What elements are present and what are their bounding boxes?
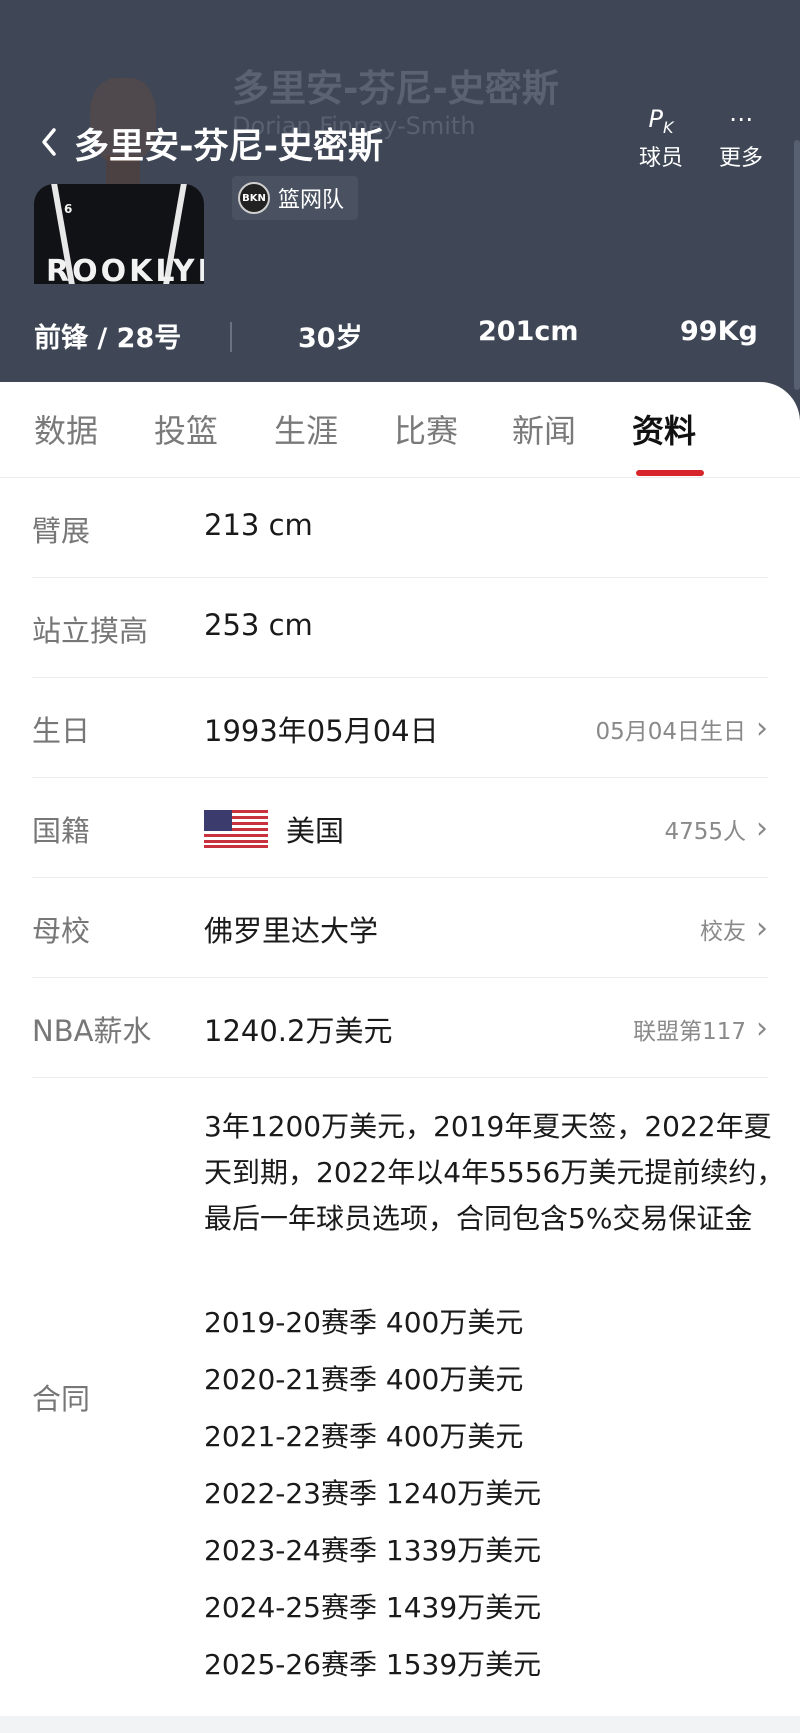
contract-season: 2022-23赛季 1240万美元 <box>204 1477 542 1510</box>
row-college[interactable]: 母校 佛罗里达大学 校友 › <box>32 878 768 978</box>
nationality-value-wrap: 美国 <box>204 808 344 850</box>
pk-label: 球员 <box>638 146 683 171</box>
salary-link[interactable]: 联盟第117 › <box>633 1012 768 1046</box>
tab-data[interactable]: 数据 <box>34 406 98 452</box>
contract-season: 2019-20赛季 400万美元 <box>204 1306 524 1339</box>
tab-shooting[interactable]: 投篮 <box>154 406 218 452</box>
team-chip[interactable]: BKN 篮网队 <box>232 176 359 220</box>
chevron-right-icon: › <box>756 811 768 846</box>
row-birthday[interactable]: 生日 1993年05月04日 05月04日生日 › <box>32 678 768 778</box>
contract-season: 2020-21赛季 400万美元 <box>204 1363 524 1396</box>
player-header: 6 ROOKLYN 多里安-芬尼-史密斯 Dorian Finney-Smith… <box>0 0 800 420</box>
contract-season: 2021-22赛季 400万美元 <box>204 1420 524 1453</box>
contract-season: 2024-25赛季 1439万美元 <box>204 1591 542 1624</box>
pk-button[interactable]: PK 球员 <box>626 104 696 172</box>
player-stats: 前锋 / 28号 30岁 201cm 99Kg <box>0 306 800 362</box>
nationality-value: 美国 <box>286 814 345 848</box>
player-name: 多里安-芬尼-史密斯 <box>74 127 384 167</box>
college-value: 佛罗里达大学 <box>204 914 379 948</box>
us-flag-icon <box>204 810 268 848</box>
tab-career[interactable]: 生涯 <box>274 406 338 452</box>
jersey-text: ROOKLYN <box>46 254 204 284</box>
college-label: 母校 <box>32 914 91 948</box>
back-arrow-icon[interactable] <box>36 124 64 160</box>
stats-divider <box>230 322 232 352</box>
stat-weight: 99Kg <box>680 316 758 347</box>
player-name-large: 多里安-芬尼-史密斯 <box>232 67 559 110</box>
row-contract: 合同 3年1200万美元，2019年夏天签，2022年夏天到期，2022年以4年… <box>32 1078 784 1718</box>
college-link[interactable]: 校友 › <box>700 912 768 946</box>
contract-season: 2023-24赛季 1339万美元 <box>204 1534 542 1567</box>
bottom-bar <box>0 1716 800 1733</box>
nationality-label: 国籍 <box>32 814 91 848</box>
tab-profile[interactable]: 资料 <box>632 406 696 452</box>
profile-list: 臂展 213 cm 站立摸高 253 cm 生日 1993年05月04日 05月… <box>32 478 768 1078</box>
nationality-link[interactable]: 4755人 › <box>664 812 768 846</box>
stat-height: 201cm <box>478 316 579 347</box>
contract-description: 3年1200万美元，2019年夏天签，2022年夏天到期，2022年以4年555… <box>204 1110 785 1235</box>
tab-games[interactable]: 比赛 <box>394 406 458 452</box>
contract-season: 2025-26赛季 1539万美元 <box>204 1648 542 1681</box>
chevron-right-icon: › <box>756 711 768 746</box>
birthday-link[interactable]: 05月04日生日 › <box>595 712 768 746</box>
row-salary[interactable]: NBA薪水 1240.2万美元 联盟第117 › <box>32 978 768 1078</box>
player-photo: 6 ROOKLYN <box>34 56 204 284</box>
more-icon: ⋯ <box>729 105 753 133</box>
wingspan-label: 臂展 <box>32 514 91 548</box>
more-label: 更多 <box>718 146 763 171</box>
active-tab-indicator <box>636 470 704 476</box>
pk-icon: PK <box>648 105 674 137</box>
more-button[interactable]: ⋯ 更多 <box>706 104 776 172</box>
wingspan-value: 213 cm <box>204 508 313 542</box>
standing-reach-value: 253 cm <box>204 608 313 642</box>
salary-label: NBA薪水 <box>32 1014 152 1048</box>
nationality-link-text: 4755人 <box>664 819 746 845</box>
team-logo-icon: BKN <box>238 182 270 214</box>
tab-news[interactable]: 新闻 <box>512 406 576 452</box>
standing-reach-label: 站立摸高 <box>32 614 149 648</box>
row-nationality[interactable]: 国籍 美国 4755人 › <box>32 778 768 878</box>
jersey-number: 6 <box>64 202 73 216</box>
contract-label: 合同 <box>32 1382 91 1416</box>
college-link-text: 校友 <box>700 919 746 945</box>
salary-link-text: 联盟第117 <box>633 1019 746 1045</box>
birthday-label: 生日 <box>32 714 91 748</box>
chevron-right-icon: › <box>756 1011 768 1046</box>
salary-value: 1240.2万美元 <box>204 1014 393 1048</box>
stat-position: 前锋 / 28号 <box>34 323 182 354</box>
tab-bar: 数据 投篮 生涯 比赛 新闻 资料 <box>0 382 800 478</box>
row-standing-reach: 站立摸高 253 cm <box>32 578 768 678</box>
stat-age: 30岁 <box>298 323 363 354</box>
row-wingspan: 臂展 213 cm <box>32 478 768 578</box>
team-name: 篮网队 <box>278 188 345 213</box>
birthday-value: 1993年05月04日 <box>204 714 439 748</box>
contract-seasons: 2019-20赛季 400万美元 2020-21赛季 400万美元 2021-2… <box>204 1294 541 1693</box>
chevron-right-icon: › <box>756 911 768 946</box>
birthday-link-text: 05月04日生日 <box>595 719 746 745</box>
